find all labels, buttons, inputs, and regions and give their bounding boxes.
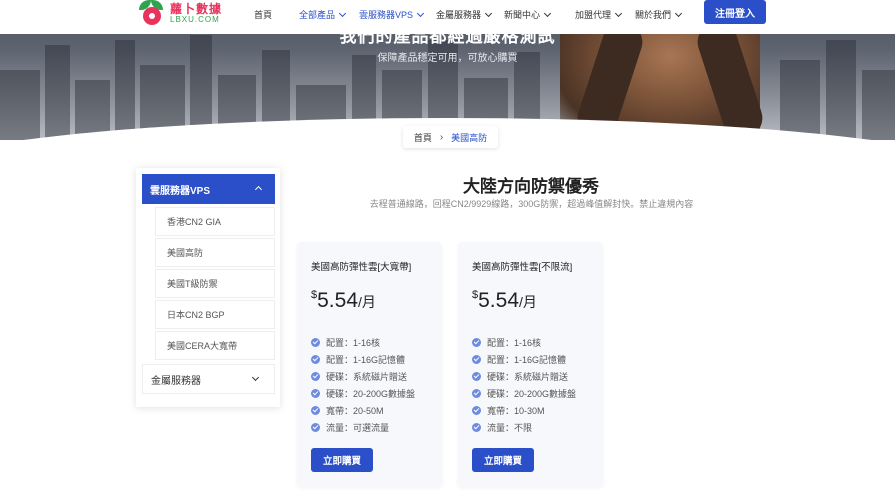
check-circle-icon	[311, 338, 320, 347]
check-circle-icon	[311, 372, 320, 381]
product-card: 美國高防彈性雲[大寬帶] $5.54/月 配置：1-16核 配置：1-16G記憶…	[297, 242, 442, 486]
feature-item: 寬帶：10-30M	[472, 404, 545, 417]
check-circle-icon	[472, 406, 481, 415]
breadcrumb-separator: ›	[439, 131, 444, 143]
product-price: $5.54/月	[311, 289, 376, 312]
nav-about[interactable]: 關於我們	[635, 8, 683, 21]
logo-name-en: LBXU.COM	[170, 14, 220, 24]
sidebar-category-cloud-vps[interactable]: 雲服務器VPS	[142, 174, 275, 204]
chevron-down-icon	[484, 9, 493, 17]
nav-news[interactable]: 新聞中心	[504, 8, 552, 21]
hero-subtitle: 保障產品穩定可用，可放心購買	[377, 53, 518, 64]
check-circle-icon	[472, 338, 481, 347]
check-circle-icon	[472, 389, 481, 398]
sidebar-item-hk-cn2-gia[interactable]: 香港CN2 GIA	[155, 207, 275, 236]
product-title: 美國高防彈性雲[不限流]	[472, 262, 573, 273]
buy-now-button[interactable]: 立即購買	[311, 448, 373, 472]
feature-item: 硬碟：系統磁片贈送	[311, 370, 407, 383]
nav-all-products[interactable]: 全部產品	[299, 8, 347, 21]
chevron-down-icon	[674, 9, 683, 17]
login-button[interactable]: 注冊登入	[704, 0, 766, 24]
nav-agency[interactable]: 加盟代理	[575, 8, 623, 21]
nav-cloud-vps[interactable]: 雲服務器VPS	[359, 8, 425, 21]
feature-item: 流量：可選流量	[311, 421, 389, 434]
chevron-up-icon	[254, 185, 263, 194]
product-title: 美國高防彈性雲[大寬帶]	[311, 262, 412, 273]
product-card: 美國高防彈性雲[不限流] $5.54/月 配置：1-16核 配置：1-16G記憶…	[458, 242, 603, 486]
logo-name-cn: 蘿卜數據	[170, 1, 223, 16]
feature-item: 配置：1-16核	[472, 336, 541, 349]
radish-logo-icon	[137, 0, 167, 26]
check-circle-icon	[472, 372, 481, 381]
check-circle-icon	[311, 389, 320, 398]
chevron-down-icon	[614, 9, 623, 17]
feature-item: 流量：不限	[472, 421, 532, 434]
feature-item: 配置：1-16核	[311, 336, 380, 349]
sidebar-item-us-high-defense[interactable]: 美國高防	[155, 238, 275, 267]
feature-item: 配置：1-16G記憶體	[311, 353, 405, 366]
chevron-down-icon	[416, 9, 425, 17]
feature-item: 硬碟：系統磁片贈送	[472, 370, 568, 383]
check-circle-icon	[311, 406, 320, 415]
feature-item: 寬帶：20-50M	[311, 404, 384, 417]
section-title: 大陸方向防禦優秀	[463, 177, 599, 196]
sidebar-item-us-t-defense[interactable]: 美國T級防禦	[155, 269, 275, 298]
feature-item: 配置：1-16G記憶體	[472, 353, 566, 366]
chevron-down-icon	[543, 9, 552, 17]
feature-item: 硬碟：20-200G數據盤	[472, 387, 576, 400]
site-logo[interactable]: 蘿卜數據 LBXU.COM	[137, 0, 222, 26]
chevron-down-icon	[251, 373, 260, 382]
sidebar-item-jp-cn2-bgp[interactable]: 日本CN2 BGP	[155, 300, 275, 329]
breadcrumb-current: 美國高防	[451, 132, 488, 143]
buy-now-button[interactable]: 立即購買	[472, 448, 534, 472]
section-description: 去程普通線路，回程CN2/9929線路，300G防禦，超過峰值解封快。禁止違規內…	[369, 199, 694, 209]
nav-metal-server[interactable]: 金屬服務器	[436, 8, 493, 21]
feature-item: 硬碟：20-200G數據盤	[311, 387, 415, 400]
sidebar-category-metal-server[interactable]: 金屬服務器	[142, 364, 275, 394]
check-circle-icon	[472, 355, 481, 364]
check-circle-icon	[472, 423, 481, 432]
sidebar-item-us-cera[interactable]: 美國CERA大寬帶	[155, 331, 275, 360]
top-navbar: 蘿卜數據 LBXU.COM 首頁 全部產品 雲服務器VPS 金屬服務器 新聞中心…	[0, 0, 895, 34]
category-sidebar: 雲服務器VPS 香港CN2 GIA 美國高防 美國T級防禦 日本CN2 BGP …	[136, 168, 280, 407]
breadcrumb-home[interactable]: 首頁	[414, 131, 432, 144]
chevron-down-icon	[338, 9, 347, 17]
breadcrumb: 首頁 › 美國高防	[403, 126, 498, 148]
check-circle-icon	[311, 423, 320, 432]
product-price: $5.54/月	[472, 289, 537, 312]
check-circle-icon	[311, 355, 320, 364]
nav-home[interactable]: 首頁	[254, 8, 272, 21]
